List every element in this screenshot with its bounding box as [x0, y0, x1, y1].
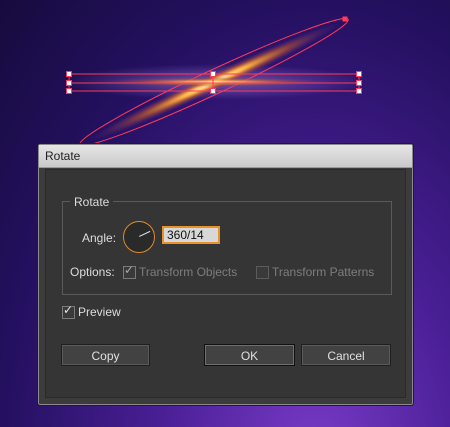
preview-checkbox[interactable]: ✓: [62, 303, 75, 319]
angle-input[interactable]: 360/14: [162, 226, 220, 244]
handle-middle-left: [66, 80, 72, 86]
dialog-title: Rotate: [45, 149, 81, 163]
checkmark-icon: ✓: [63, 303, 74, 317]
handle-bottom-center: [210, 88, 216, 94]
rotated-anchor-handle[interactable]: [342, 16, 348, 22]
ok-button[interactable]: OK: [204, 344, 295, 366]
cancel-button[interactable]: Cancel: [301, 344, 391, 366]
rotate-group-title: Rotate: [70, 195, 114, 209]
rotate-dialog: Rotate Rotate Angle: 360/14 Options: ✓ T…: [37, 143, 414, 406]
transform-patterns-checkbox[interactable]: [256, 266, 269, 279]
preview-label: Preview: [78, 305, 121, 319]
handle-middle-right: [356, 80, 362, 86]
options-label: Options:: [70, 265, 115, 279]
rotate-group-box: [62, 201, 392, 295]
handle-top-right: [356, 71, 362, 77]
checkmark-icon: ✓: [124, 263, 135, 277]
angle-dial[interactable]: [123, 221, 155, 253]
handle-top-center: [210, 71, 216, 77]
original-shape: [94, 77, 334, 87]
handle-bottom-left: [66, 88, 72, 94]
angle-dial-needle-icon: [139, 230, 151, 237]
handle-top-left: [66, 71, 72, 77]
angle-label: Angle:: [82, 231, 117, 245]
transform-patterns-label: Transform Patterns: [272, 265, 375, 279]
dialog-titlebar[interactable]: Rotate: [39, 145, 412, 168]
transform-objects-label: Transform Objects: [139, 265, 238, 279]
transform-objects-checkbox[interactable]: ✓: [123, 263, 136, 279]
copy-button[interactable]: Copy: [61, 344, 150, 366]
handle-bottom-right: [356, 88, 362, 94]
